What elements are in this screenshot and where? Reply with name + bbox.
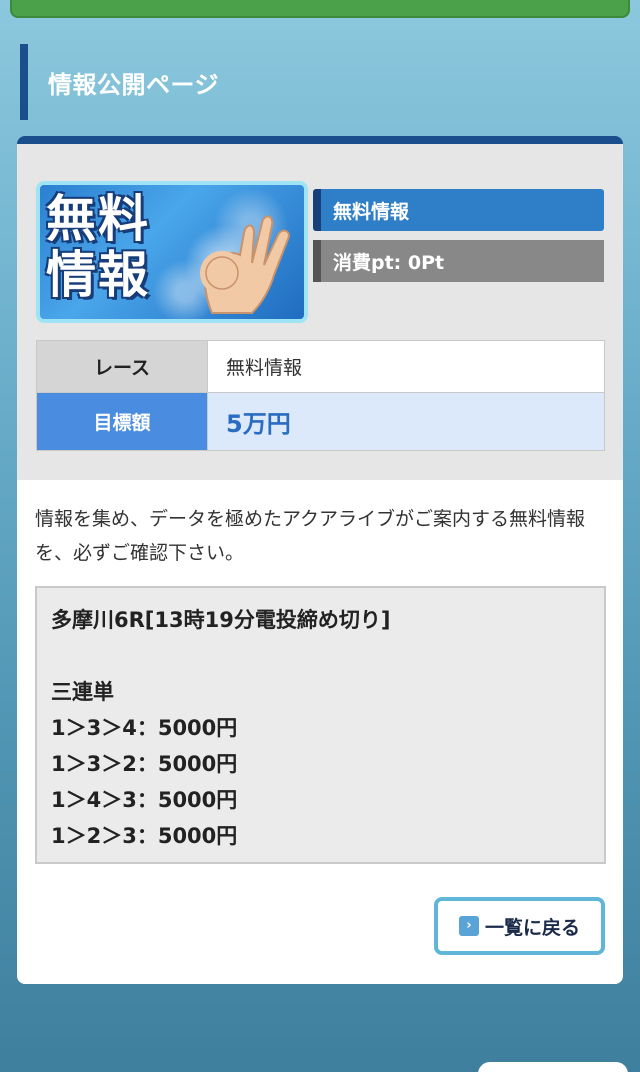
- race-info-table: レース 無料情報 目標額 5万円: [36, 340, 605, 451]
- back-to-list-button[interactable]: › 一覧に戻る: [434, 897, 605, 955]
- free-info-thumbnail: 無料 情報: [36, 181, 308, 323]
- page-title: 情報公開ページ: [48, 70, 220, 99]
- card-header-area: 無料 情報 無料情報 消費pt: 0Pt レース 無料情報 目標額 5万円: [17, 144, 623, 480]
- bet-type: 三連単: [51, 680, 114, 704]
- top-status-bar: [10, 0, 630, 18]
- description-text: 情報を集め、データを極めたアクアライブがご案内する無料情報を、必ずご確認下さい。: [35, 508, 586, 564]
- ok-hand-icon: [200, 215, 290, 314]
- bottom-floating-tab[interactable]: [478, 1062, 628, 1072]
- chevron-right-icon: ›: [458, 916, 479, 936]
- back-button-label: 一覧に戻る: [484, 916, 580, 939]
- category-tag: 無料情報: [313, 189, 604, 231]
- race-value: 無料情報: [207, 340, 605, 393]
- target-value: 5万円: [207, 392, 605, 451]
- page-heading: 情報公開ページ: [20, 44, 420, 120]
- prediction-box: 多摩川6R[13時19分電投締め切り] 三連単 1＞3＞4：5000円 1＞3＞…: [35, 586, 606, 864]
- thumbnail-text: 無料 情報: [46, 190, 150, 304]
- table-row: レース 無料情報: [36, 340, 605, 393]
- bet-line: 1＞2＞3：5000円: [51, 824, 238, 848]
- race-header: 多摩川6R[13時19分電投締め切り]: [51, 608, 391, 632]
- info-card: 無料 情報 無料情報 消費pt: 0Pt レース 無料情報 目標額 5万円 情報…: [17, 136, 623, 984]
- points-tag: 消費pt: 0Pt: [313, 240, 604, 282]
- bet-line: 1＞4＞3：5000円: [51, 788, 238, 812]
- bet-line: 1＞3＞2：5000円: [51, 752, 238, 776]
- race-label: レース: [36, 340, 208, 393]
- table-row: 目標額 5万円: [36, 392, 605, 451]
- target-label: 目標額: [36, 392, 208, 451]
- bet-line: 1＞3＞4：5000円: [51, 716, 238, 740]
